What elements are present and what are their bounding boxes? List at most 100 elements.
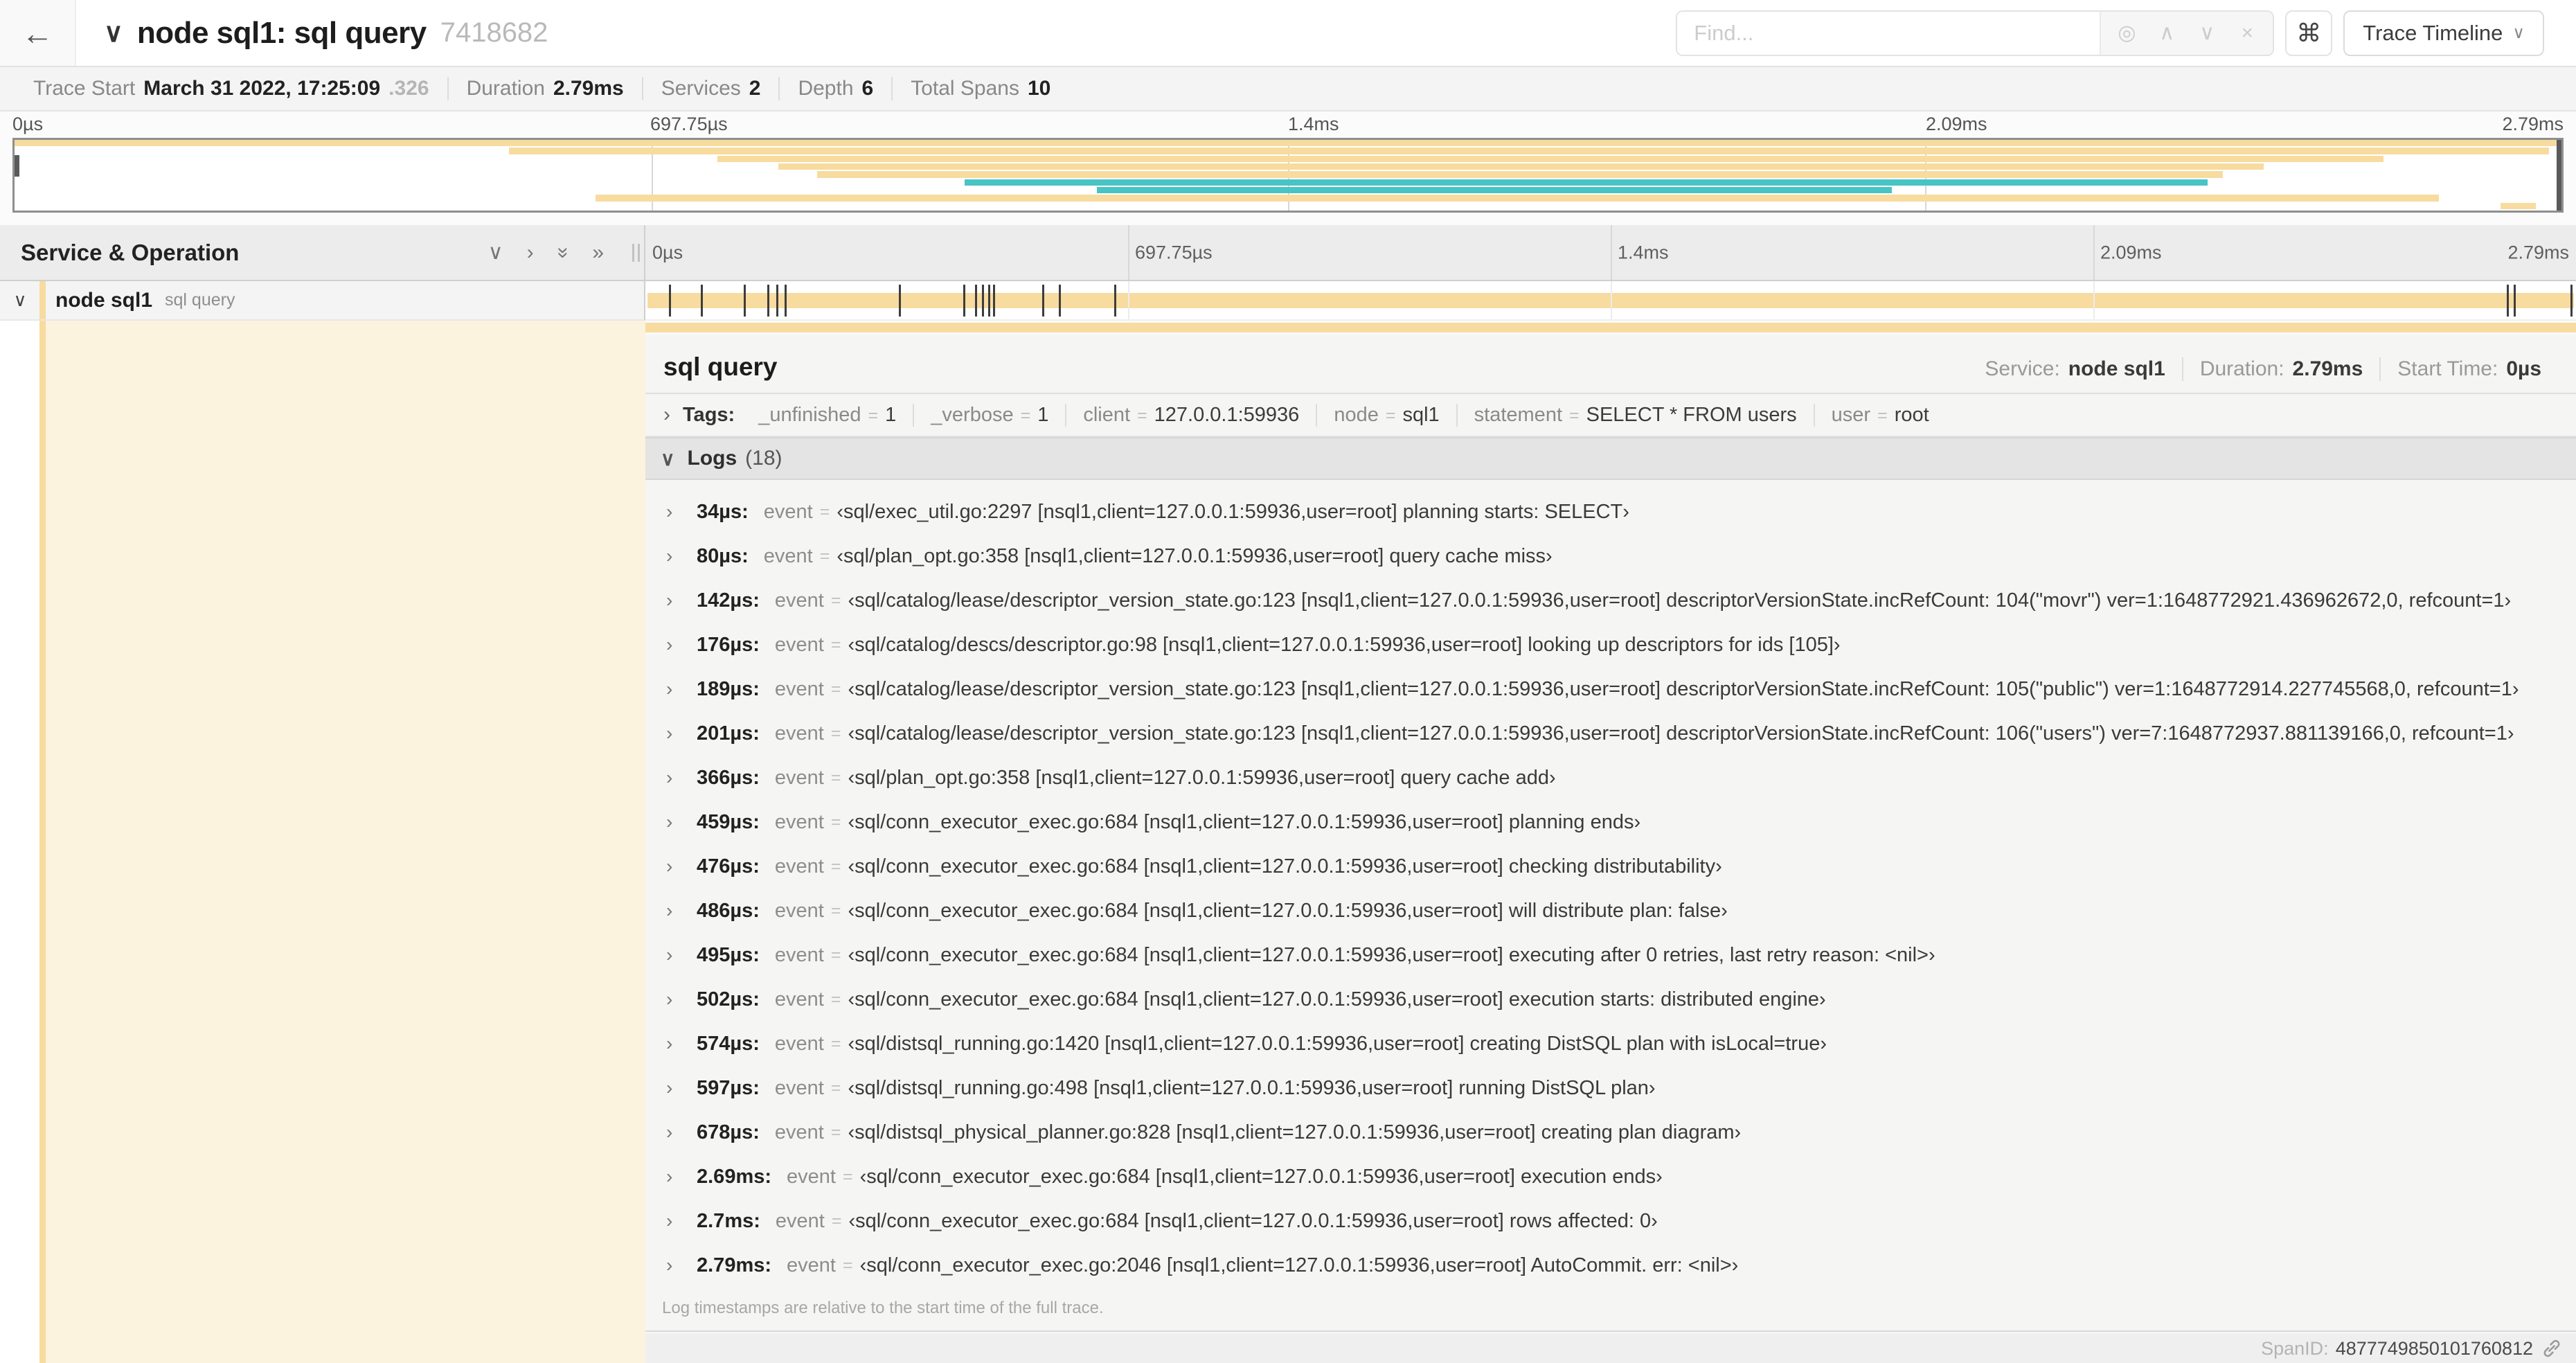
collapse-all-button[interactable]: » xyxy=(552,242,575,263)
log-row[interactable]: › 201µs: event = ‹sql/catalog/lease/desc… xyxy=(645,711,2576,756)
log-message: ‹sql/catalog/lease/descriptor_version_st… xyxy=(848,722,2514,745)
equals-sign: = xyxy=(1569,405,1580,425)
log-row[interactable]: › 597µs: event = ‹sql/distsql_running.go… xyxy=(645,1066,2576,1110)
service-color-stripe xyxy=(39,281,46,319)
span-collapse-chevron-icon[interactable]: ∨ xyxy=(0,289,40,311)
log-field: event xyxy=(774,943,824,966)
deep-link-icon[interactable] xyxy=(2540,1337,2564,1360)
log-row[interactable]: › 459µs: event = ‹sql/conn_executor_exec… xyxy=(645,800,2576,844)
back-arrow-icon: ← xyxy=(21,15,53,51)
chevron-down-icon: ∨ xyxy=(488,240,503,264)
find-prev-button[interactable]: ∧ xyxy=(2147,21,2187,45)
title-collapse-chevron-icon[interactable]: ∨ xyxy=(104,17,123,48)
log-row[interactable]: › 366µs: event = ‹sql/plan_opt.go:358 [n… xyxy=(645,756,2576,800)
header-actions: ◎ ∧ ∨ × ⌘ Trace Timeline ∨ xyxy=(1676,10,2544,56)
double-chevron-right-icon: » xyxy=(592,240,604,264)
detail-footer: SpanID: 4877749850101760812 xyxy=(645,1334,2576,1363)
meta-value: 0µs xyxy=(2506,357,2541,380)
timeline-gridline xyxy=(1128,281,1129,319)
find-target-button[interactable]: ◎ xyxy=(2107,21,2147,45)
detail-right-column: sql query Service: node sql1 Duration: 2.7… xyxy=(645,321,2576,1363)
log-row[interactable]: › 678µs: event = ‹sql/distsql_physical_p… xyxy=(645,1110,2576,1155)
log-marker-tick xyxy=(1042,284,1045,317)
ruler-tick-label: 2.79ms xyxy=(2507,242,2569,262)
summary-value: March 31 2022, 17:25:09 xyxy=(143,77,381,100)
trace-title-wrap: ∨ node sql1: sql query 7418682 xyxy=(104,16,548,51)
service-color-stripe xyxy=(39,321,46,1363)
log-row[interactable]: › 2.7ms: event = ‹sql/conn_executor_exec… xyxy=(645,1199,2576,1243)
log-row[interactable]: › 2.79ms: event = ‹sql/conn_executor_exe… xyxy=(645,1243,2576,1288)
equals-sign: = xyxy=(830,1033,841,1053)
log-row[interactable]: › 2.69ms: event = ‹sql/conn_executor_exe… xyxy=(645,1155,2576,1199)
log-row[interactable]: › 189µs: event = ‹sql/catalog/lease/desc… xyxy=(645,667,2576,711)
log-row[interactable]: › 176µs: event = ‹sql/catalog/descs/desc… xyxy=(645,623,2576,667)
tag-value: 1 xyxy=(1037,403,1049,426)
chevron-right-icon: › xyxy=(666,988,673,1010)
tags-row[interactable]: › Tags: _unfinished = 1 _verbose = 1 client =… xyxy=(645,394,2576,437)
trace-summary-bar: Trace Start March 31 2022, 17:25:09 .326 D… xyxy=(0,67,2576,112)
equals-sign: = xyxy=(830,856,841,876)
log-marker-tick xyxy=(2570,284,2573,317)
keyboard-shortcuts-button[interactable]: ⌘ xyxy=(2285,10,2333,56)
log-row[interactable]: › 502µs: event = ‹sql/conn_executor_exec… xyxy=(645,977,2576,1022)
chevron-right-icon: › xyxy=(666,855,673,877)
log-row[interactable]: › 476µs: event = ‹sql/conn_executor_exec… xyxy=(645,844,2576,889)
double-chevron-down-icon: » xyxy=(551,247,575,258)
span-row-name-cell[interactable]: ∨ node sql1 sql query xyxy=(0,281,645,321)
minimap-viewport-handle-right[interactable] xyxy=(2557,140,2561,211)
find-next-button[interactable]: ∨ xyxy=(2187,21,2227,45)
detail-span-bar[interactable] xyxy=(645,323,2576,332)
back-button[interactable]: ← xyxy=(0,0,76,66)
log-row[interactable]: › 495µs: event = ‹sql/conn_executor_exec… xyxy=(645,933,2576,977)
log-marker-tick xyxy=(669,284,671,317)
minimap-viewport-handle-left[interactable] xyxy=(15,155,19,177)
chevron-right-icon: › xyxy=(666,1077,673,1098)
log-marker-tick xyxy=(767,284,769,317)
collapse-controls: ∨ › » » xyxy=(488,242,604,263)
log-field: event xyxy=(787,1254,836,1276)
expand-one-button[interactable]: › xyxy=(527,242,534,263)
log-message: ‹sql/conn_executor_exec.go:684 [nsql1,cl… xyxy=(848,899,1728,922)
expand-all-button[interactable]: » xyxy=(592,242,604,263)
span-row[interactable]: ∨ node sql1 sql query xyxy=(0,281,2576,321)
find-input[interactable] xyxy=(1677,11,2100,55)
tag-value: SELECT * FROM users xyxy=(1586,403,1797,426)
log-message: ‹sql/distsql_running.go:498 [nsql1,clien… xyxy=(848,1076,1656,1099)
log-row[interactable]: › 486µs: event = ‹sql/conn_executor_exec… xyxy=(645,889,2576,933)
ruler-tick-line xyxy=(1611,225,1612,280)
minimap-span-bar xyxy=(1097,186,1892,194)
log-row[interactable]: › 574µs: event = ‹sql/distsql_running.go… xyxy=(645,1022,2576,1066)
log-timestamp: 80µs: xyxy=(697,544,749,567)
tag-value: 1 xyxy=(885,403,897,426)
tag-value: 127.0.0.1:59936 xyxy=(1154,403,1300,426)
chevron-right-icon: › xyxy=(666,501,673,522)
log-timestamp: 142µs: xyxy=(697,589,760,612)
detail-header[interactable]: sql query Service: node sql1 Duration: 2.7… xyxy=(645,335,2576,394)
log-message: ‹sql/distsql_running.go:1420 [nsql1,clie… xyxy=(848,1032,1827,1055)
collapse-one-button[interactable]: ∨ xyxy=(488,242,503,263)
log-message: ‹sql/catalog/descs/descriptor.go:98 [nsq… xyxy=(848,633,1841,656)
log-timestamp: 176µs: xyxy=(697,633,760,656)
summary-item: Depth 6 xyxy=(778,77,891,100)
log-field: event xyxy=(774,988,824,1010)
log-row[interactable]: › 80µs: event = ‹sql/plan_opt.go:358 [ns… xyxy=(645,534,2576,578)
ruler-tick-label: 1.4ms xyxy=(1618,242,1669,262)
log-message: ‹sql/conn_executor_exec.go:684 [nsql1,cl… xyxy=(848,810,1641,833)
minimap-span-bar xyxy=(964,179,2208,186)
log-field: event xyxy=(763,500,813,523)
meta-label: Duration: xyxy=(2199,357,2284,380)
timeline-minimap: 0µs 697.75µs 1.4ms 2.09ms 2.79ms xyxy=(0,112,2576,225)
equals-sign: = xyxy=(1385,405,1396,425)
logs-header[interactable]: ∨ Logs (18) xyxy=(645,437,2576,480)
column-resizer[interactable] xyxy=(632,243,640,262)
log-row[interactable]: › 34µs: event = ‹sql/exec_util.go:2297 [… xyxy=(645,490,2576,534)
minimap-canvas[interactable] xyxy=(12,138,2564,213)
equals-sign: = xyxy=(830,900,841,920)
log-row[interactable]: › 142µs: event = ‹sql/catalog/lease/desc… xyxy=(645,578,2576,623)
find-clear-button[interactable]: × xyxy=(2227,21,2267,45)
chevron-right-icon: › xyxy=(666,634,673,655)
logs-count: (18) xyxy=(745,447,782,470)
service-name: node sql1 xyxy=(55,288,153,312)
tag-key: statement xyxy=(1474,403,1562,426)
view-selector-button[interactable]: Trace Timeline ∨ xyxy=(2343,10,2544,56)
